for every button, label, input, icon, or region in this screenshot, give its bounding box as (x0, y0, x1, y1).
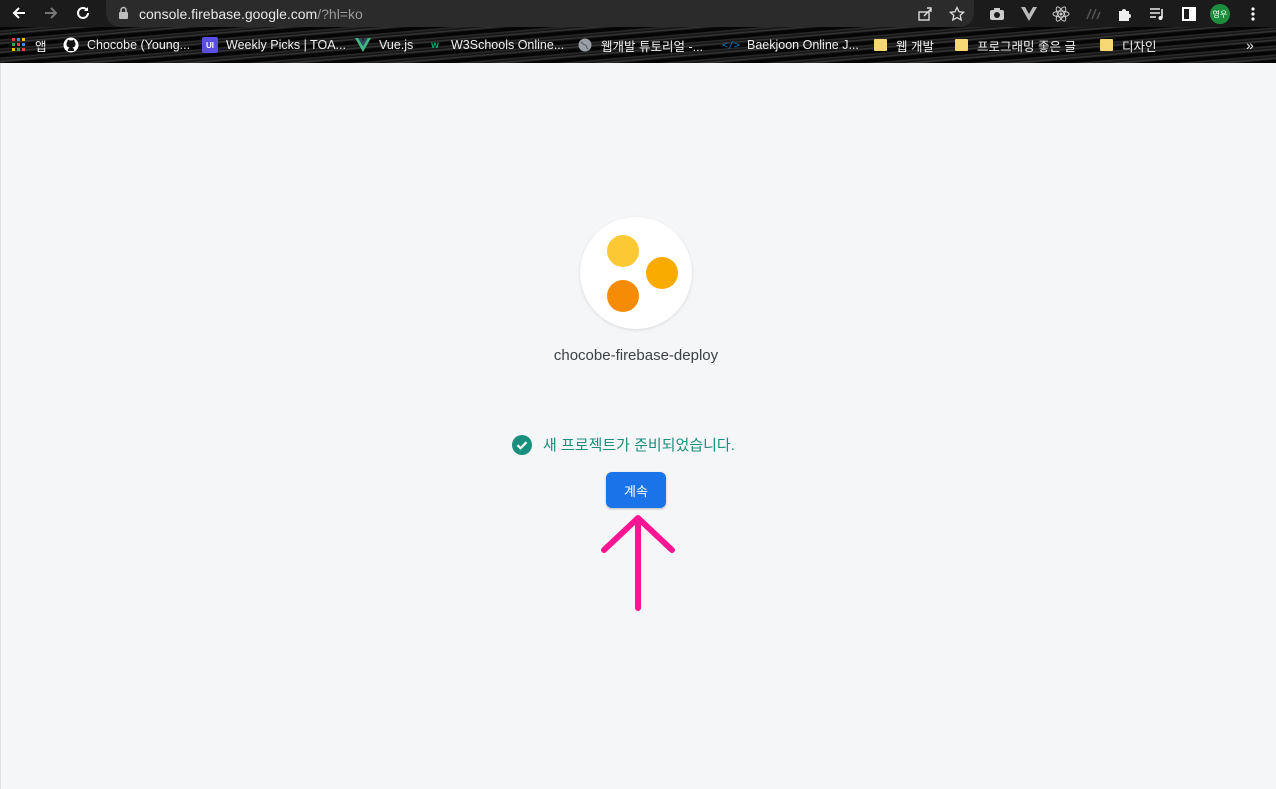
github-icon (63, 37, 79, 53)
bookmark-folder-design[interactable]: 디자인 (1098, 37, 1157, 54)
reload-icon[interactable] (72, 3, 94, 23)
url-host: console.firebase.google.com (139, 6, 318, 22)
star-icon[interactable] (947, 4, 967, 24)
logo-dot (607, 280, 639, 312)
bookmark-toast-ui[interactable]: UI Weekly Picks | TOA... (202, 37, 346, 53)
bookmarks-bar: 앱 Chocobe (Young... UI Weekly Picks | TO… (0, 27, 1276, 63)
bookmark-label: Chocobe (Young... (87, 38, 191, 52)
url-path: /?hl=ko (317, 6, 363, 22)
bookmark-web-tutorial[interactable]: 웹개발 튜토리얼 -... (577, 37, 704, 54)
page-content (0, 63, 1276, 789)
folder-icon (1098, 37, 1114, 53)
logo-dot (607, 235, 639, 267)
bookmark-label: W3Schools Online... (451, 38, 565, 52)
share-icon[interactable] (915, 4, 935, 24)
react-icon[interactable] (1051, 4, 1071, 24)
bookmark-label: 웹 개발 (896, 39, 934, 54)
logo-dot (646, 257, 678, 289)
bookmark-folder-programming[interactable]: 프로그래밍 좋은 글 (953, 37, 1076, 54)
extension-icon[interactable] (1083, 4, 1103, 24)
bookmark-vue[interactable]: Vue.js (355, 37, 413, 53)
vue-devtools-icon[interactable] (1019, 4, 1039, 24)
continue-button[interactable]: 계속 (606, 472, 666, 508)
project-logo (580, 217, 692, 329)
bookmarks-more-button[interactable]: » (1246, 37, 1254, 53)
back-icon[interactable] (8, 3, 30, 23)
profile-avatar[interactable]: 영우 (1210, 4, 1230, 24)
bookmark-baekjoon[interactable]: </> Baekjoon Online J... (721, 37, 859, 53)
url-text[interactable]: console.firebase.google.com/?hl=ko (139, 6, 363, 22)
vue-icon (355, 37, 371, 53)
folder-icon (872, 37, 888, 53)
bookmark-w3schools[interactable]: w W3Schools Online... (427, 37, 564, 53)
bookmark-label: 디자인 (1122, 39, 1157, 54)
bookmark-folder-web-dev[interactable]: 웹 개발 (872, 37, 934, 54)
bookmark-label: Weekly Picks | TOA... (226, 38, 346, 52)
bookmark-github[interactable]: Chocobe (Young... (63, 37, 190, 53)
toast-ui-icon: UI (202, 37, 218, 53)
forward-icon[interactable] (40, 3, 62, 23)
bookmark-label: Vue.js (379, 38, 414, 52)
puzzle-icon[interactable] (1115, 4, 1135, 24)
menu-icon[interactable] (1243, 4, 1263, 24)
folder-icon (953, 37, 969, 53)
bookmark-apps[interactable]: 앱 (11, 37, 47, 54)
lock-icon[interactable] (118, 6, 129, 25)
ready-status: 새 프로젝트가 준비되었습니다. (512, 434, 735, 455)
code-icon: </> (721, 39, 741, 51)
bookmark-label: 프로그래밍 좋은 글 (977, 39, 1076, 54)
browser-toolbar: console.firebase.google.com/?hl=ko 영우 (0, 0, 1276, 27)
bookmark-label: 웹개발 튜토리얼 -... (601, 39, 704, 54)
annotation-arrow-icon (596, 510, 680, 617)
check-circle-icon (512, 434, 532, 455)
apps-grid-icon (11, 37, 27, 53)
globe-icon (577, 37, 593, 53)
sidepanel-icon[interactable] (1179, 4, 1199, 24)
media-icon[interactable] (1147, 4, 1167, 24)
camera-icon[interactable] (987, 4, 1007, 24)
ready-message: 새 프로젝트가 준비되었습니다. (543, 437, 735, 454)
w3schools-icon: w (431, 39, 439, 51)
bookmark-label: 앱 (35, 39, 47, 54)
bookmark-label: Baekjoon Online J... (747, 38, 859, 52)
project-name: chocobe-firebase-deploy (553, 347, 719, 364)
